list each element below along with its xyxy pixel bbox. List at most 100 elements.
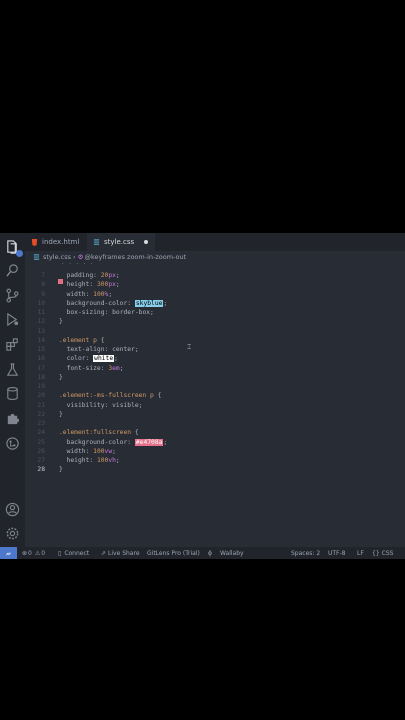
- live-share-item[interactable]: ⇗ Live Share: [101, 547, 140, 559]
- line-number: 27: [37, 457, 45, 464]
- chevron-right-icon: ›: [73, 253, 76, 261]
- line-number: 15: [37, 346, 45, 353]
- line-number: 25: [37, 438, 45, 446]
- wallaby-item[interactable]: ɸ Wallaby: [208, 547, 244, 559]
- line-number: 28: [37, 466, 45, 474]
- wallaby-icon: ɸ: [208, 549, 212, 557]
- connect-label: Connect: [64, 549, 90, 557]
- search-icon[interactable]: [4, 262, 21, 279]
- puzzle-icon[interactable]: [4, 410, 21, 427]
- code-line[interactable]: 17 font-size: 3em;: [25, 364, 405, 373]
- live-share-label: Live Share: [108, 549, 140, 557]
- braces-icon: {}: [372, 549, 380, 557]
- line-number: 19: [37, 383, 45, 390]
- line-number: 21: [37, 401, 45, 409]
- code-line[interactable]: 9 width: 100%;: [25, 290, 405, 299]
- code-text: font-size: 3em;: [66, 364, 124, 372]
- line-number: 13: [37, 327, 45, 335]
- code-line[interactable]: 7 padding: 20px;: [25, 271, 405, 280]
- live-share-icon: ⇗: [101, 549, 107, 557]
- code-line[interactable]: 8 height: 300px;: [25, 280, 405, 289]
- code-text: .element p {: [59, 336, 105, 344]
- code-line[interactable]: 23: [25, 419, 405, 428]
- html-file-icon: [31, 238, 38, 246]
- encoding-item[interactable]: UTF-8: [328, 547, 346, 559]
- code-text: box-sizing: border-box;: [66, 309, 154, 316]
- line-number: 24: [37, 429, 45, 437]
- tab-bar: index.html style.css: [25, 233, 405, 251]
- line-number: 7: [41, 272, 45, 279]
- code-text: }: [59, 318, 63, 326]
- code-line[interactable]: 12}: [25, 317, 405, 326]
- language-mode-item[interactable]: {} CSS: [372, 547, 393, 559]
- remote-window-icon[interactable]: [0, 547, 17, 559]
- warning-count: 0: [41, 549, 46, 557]
- wallaby-label: Wallaby: [219, 549, 244, 557]
- unsaved-dot-icon[interactable]: [144, 240, 149, 244]
- status-bar: ⊗ 0 ⚠ 0 ▯ Connect ⇗ Live Share GitLens P…: [0, 547, 405, 559]
- code-text: background-color: skyblue;: [66, 299, 168, 307]
- language-label: CSS: [381, 549, 394, 557]
- code-line[interactable]: 20 .element:-ms-fullscreen p {: [25, 391, 405, 400]
- line-number: 22: [37, 410, 45, 418]
- gear-icon[interactable]: [4, 525, 21, 542]
- line-number: 14: [37, 336, 45, 344]
- explorer-icon[interactable]: [4, 239, 23, 257]
- code-text: text-align: center;: [66, 346, 139, 353]
- testing-flask-icon[interactable]: [4, 361, 21, 378]
- explorer-badge: [16, 250, 23, 257]
- css-file-icon: [33, 253, 40, 260]
- line-number: 17: [37, 364, 45, 372]
- code-line[interactable]: 15 text-align: center;: [25, 345, 405, 354]
- code-line[interactable]: 21 visibility: visible;: [25, 401, 405, 410]
- code-line[interactable]: 14 .element p {: [25, 336, 405, 345]
- source-control-icon[interactable]: [4, 287, 21, 304]
- breadcrumb-symbol[interactable]: @keyframes zoom-in-zoom-out: [84, 253, 186, 261]
- code-line[interactable]: 10 background-color: skyblue;: [25, 299, 405, 308]
- code-text: width: 100%;: [66, 290, 113, 298]
- code-text: height: 100vh;: [66, 457, 120, 464]
- code-line[interactable]: 16 color: white;: [25, 354, 405, 363]
- code-line[interactable]: 18}: [25, 373, 405, 382]
- code-line[interactable]: 22}: [25, 410, 405, 419]
- code-text: padding: 20px;: [66, 272, 120, 279]
- account-icon[interactable]: [4, 501, 21, 518]
- code-line[interactable]: 27 height: 100vh;: [25, 456, 405, 465]
- activity-bar: [0, 233, 25, 559]
- database-icon[interactable]: [4, 385, 21, 402]
- code-text: width: 100vw;: [66, 447, 116, 455]
- line-number: 18: [37, 373, 45, 381]
- run-debug-icon[interactable]: [4, 311, 21, 328]
- symbol-icon: ⚙: [77, 253, 84, 261]
- tab-index-html[interactable]: index.html: [25, 233, 85, 251]
- line-number: 9: [41, 290, 45, 298]
- code-line[interactable]: 11 box-sizing: border-box;: [25, 308, 405, 317]
- gitlens-label: GitLens Pro (Trial): [147, 549, 200, 557]
- line-number: 23: [37, 420, 45, 427]
- scrolled-line-fragment: · · · · ·: [61, 263, 94, 267]
- code-line[interactable]: 13: [25, 327, 405, 336]
- code-line[interactable]: 25 background-color: #e4708a;: [25, 438, 405, 447]
- breadcrumb-file[interactable]: style.css: [43, 253, 71, 261]
- code-text: background-color: #e4708a;: [66, 438, 168, 446]
- tab-label: style.css: [104, 238, 135, 246]
- tab-label: index.html: [42, 238, 80, 246]
- gitlens-item[interactable]: GitLens Pro (Trial): [147, 547, 200, 559]
- tab-style-css[interactable]: style.css: [87, 233, 155, 251]
- code-text: }: [59, 410, 63, 418]
- gitlens-icon[interactable]: [4, 435, 21, 452]
- connect-item[interactable]: ▯ Connect: [58, 547, 89, 559]
- indentation-item[interactable]: Spaces: 2: [291, 547, 320, 559]
- problems-indicator[interactable]: ⊗ 0 ⚠ 0: [22, 547, 45, 559]
- code-line[interactable]: 26 width: 100vw;: [25, 447, 405, 456]
- spaces-label: Spaces: 2: [291, 549, 321, 557]
- code-line[interactable]: 24 .element:fullscreen {: [25, 428, 405, 437]
- code-line[interactable]: 19: [25, 382, 405, 391]
- code-editor[interactable]: · · · · · ⌶ 7 padding: 20px; 8 height: 30…: [25, 263, 405, 547]
- line-number: 20: [37, 392, 45, 400]
- code-text: }: [59, 373, 63, 381]
- extensions-icon[interactable]: [4, 336, 21, 353]
- color-swatch-value: #e4708a: [134, 438, 164, 446]
- code-line[interactable]: 28}: [25, 465, 405, 474]
- eol-item[interactable]: LF: [357, 547, 364, 559]
